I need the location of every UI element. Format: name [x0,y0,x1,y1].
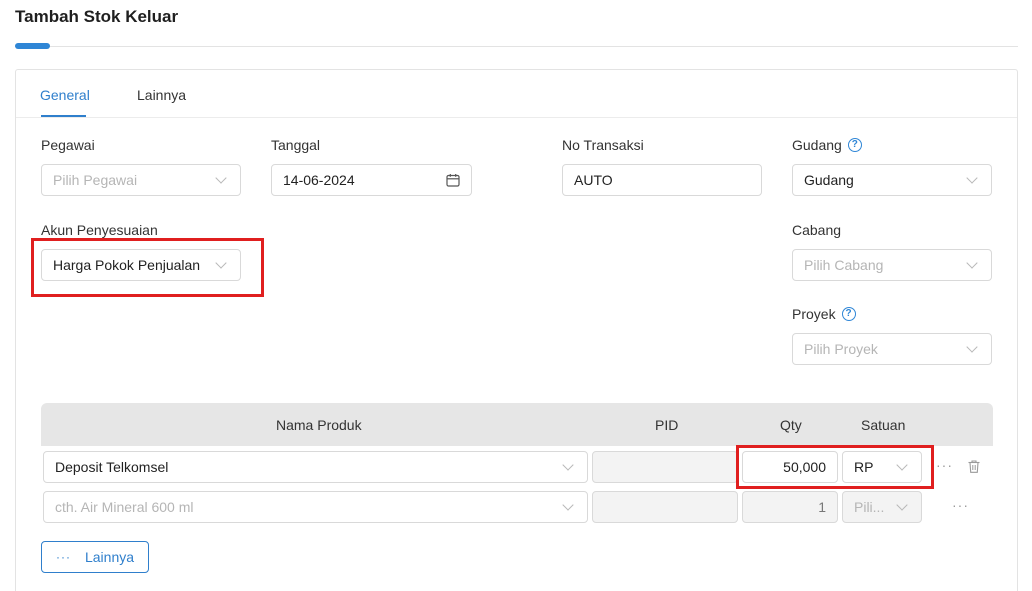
chevron-down-icon [562,498,574,511]
proyek-placeholder: Pilih Proyek [804,341,878,357]
pegawai-placeholder: Pilih Pegawai [53,172,138,188]
lainnya-button[interactable]: ··· Lainnya [41,541,149,573]
col-satuan: Satuan [861,417,906,433]
pegawai-select[interactable]: Pilih Pegawai [41,164,241,196]
tanggal-label: Tanggal [271,137,321,153]
row2-product-placeholder: cth. Air Mineral 600 ml [55,499,194,515]
proyek-select[interactable]: Pilih Proyek [792,333,992,365]
row2-satuan-select[interactable]: Pili... [842,491,922,523]
calendar-icon[interactable] [446,173,460,187]
no-transaksi-value: AUTO [574,172,613,188]
title-divider [15,46,1018,47]
proyek-label: Proyek ? [792,306,856,322]
row1-product-select[interactable]: Deposit Telkomsel [43,451,588,483]
cabang-label: Cabang [792,222,842,238]
gudang-label: Gudang ? [792,137,862,153]
tab-lainnya[interactable]: Lainnya [137,87,186,103]
highlight-box-akun [31,238,264,297]
no-transaksi-label: No Transaksi [562,137,644,153]
product-table-header: Nama Produk PID Qty Satuan [41,403,993,446]
chevron-down-icon [896,498,908,511]
row2-qty-value: 1 [818,499,826,515]
chevron-down-icon [562,458,574,471]
row2-menu-icon[interactable]: ··· [952,497,969,513]
tanggal-value: 14-06-2024 [283,172,355,188]
page-title: Tambah Stok Keluar [15,7,179,26]
chevron-down-icon [966,256,978,269]
lainnya-button-label: Lainnya [84,549,135,565]
no-transaksi-input[interactable]: AUTO [562,164,762,196]
gudang-value: Gudang [804,172,854,188]
chevron-down-icon [215,171,227,184]
help-circle-icon[interactable]: ? [847,138,862,152]
cabang-placeholder: Pilih Cabang [804,257,884,273]
col-qty: Qty [780,417,802,433]
row2-pid-input [592,491,738,523]
pegawai-label: Pegawai [41,137,95,153]
help-circle-icon[interactable]: ? [841,307,856,321]
chevron-down-icon [966,340,978,353]
row2-product-select[interactable]: cth. Air Mineral 600 ml [43,491,588,523]
gudang-select[interactable]: Gudang [792,164,992,196]
form-card: General Lainnya Pegawai Pilih Pegawai Ta… [15,69,1018,591]
row2-satuan-placeholder: Pili... [854,499,885,515]
highlight-box-qty-satuan [736,445,934,489]
row1-pid-input [592,451,738,483]
tanggal-date-input[interactable]: 14-06-2024 [271,164,472,196]
akun-penyesuaian-label: Akun Penyesuaian [41,222,158,238]
tab-bar: General Lainnya [16,70,1017,118]
title-accent-bar [15,43,50,49]
chevron-down-icon [966,171,978,184]
tab-general[interactable]: General [40,87,90,103]
row1-menu-icon[interactable]: ··· [936,457,953,473]
row1-product-value: Deposit Telkomsel [55,459,169,475]
cabang-select[interactable]: Pilih Cabang [792,249,992,281]
trash-icon[interactable] [968,460,980,473]
col-nama-produk: Nama Produk [276,417,362,433]
col-pid: PID [655,417,679,433]
row2-qty-input[interactable]: 1 [742,491,838,523]
more-dots-icon: ··· [55,550,71,564]
active-tab-indicator [41,115,86,117]
